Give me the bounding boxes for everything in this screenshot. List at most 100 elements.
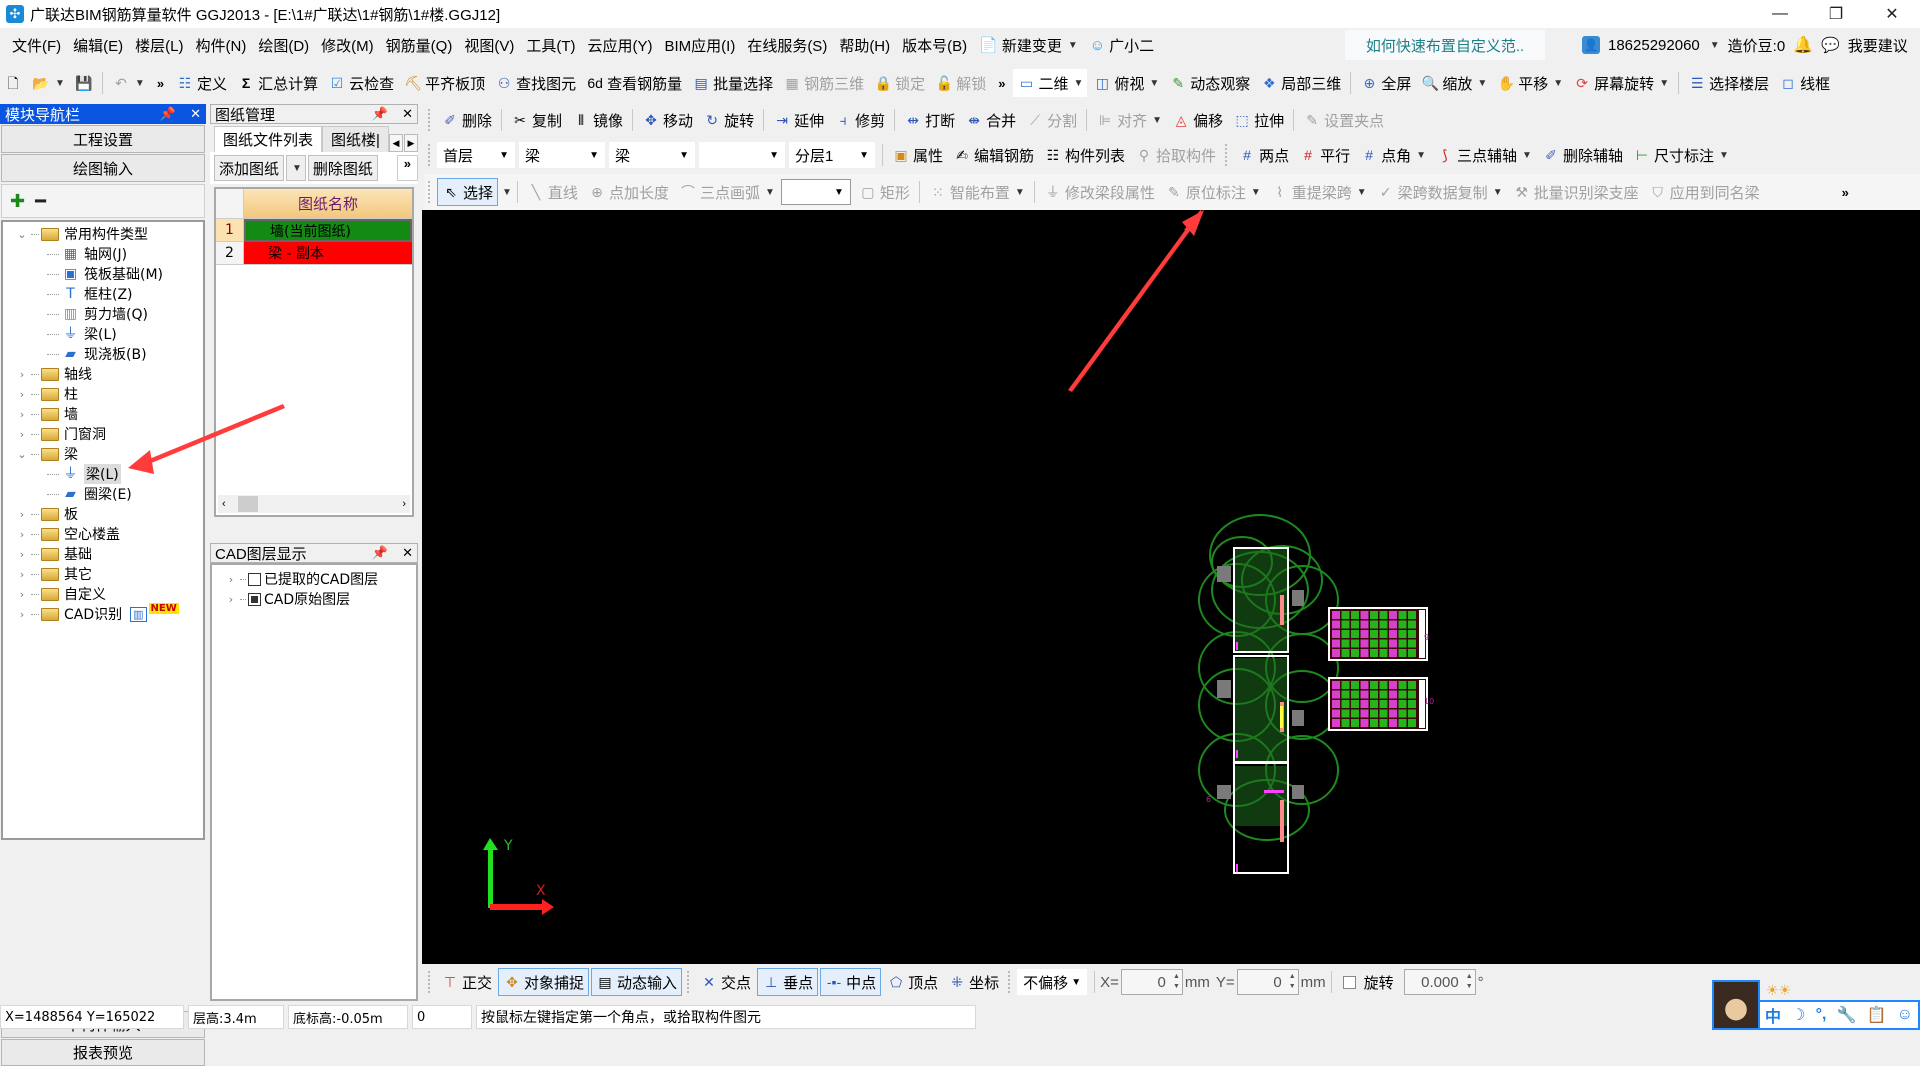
toolbar-grip[interactable] [428,971,432,993]
toolbar-grip[interactable] [428,144,432,166]
scroll-right-icon[interactable]: › [402,498,406,510]
table-row[interactable]: 2梁 - 副本 [216,242,412,265]
toolbar-item-view-rebar[interactable]: 6d 查看钢筋量 [582,69,686,97]
dimension-button[interactable]: ⊢ 尺寸标注 ▼ [1629,141,1733,169]
tab-scroll-left-icon[interactable]: ◀ [389,134,403,152]
clipboard-icon[interactable]: 📋 [1867,1005,1887,1025]
tab-drawing-floors[interactable]: 图纸楼| [322,126,389,152]
arc-combo[interactable]: ▼ [780,179,851,205]
add-drawing-dropdown[interactable]: ▼ [286,155,306,181]
perpendicular-toggle[interactable]: ⊥ 垂点 [757,968,819,996]
chevron-right-icon[interactable]: › [224,593,238,606]
re-extract-span-button[interactable]: ⌇ 重提梁跨 ▼ [1267,178,1371,206]
type-select[interactable]: 梁 ▼ [519,142,605,168]
menu-cloud[interactable]: 云应用(Y) [581,35,658,56]
trim-button[interactable]: ⫞ 修剪 [830,106,889,134]
scroll-thumb[interactable] [238,496,258,512]
close-icon[interactable]: ✕ [402,106,413,122]
rotate-button[interactable]: ↻ 旋转 [699,106,758,134]
toolbar-grip[interactable] [428,181,432,203]
drawing-name-cell[interactable]: 墙(当前图纸) [244,219,412,242]
chevron-right-icon[interactable]: › [15,368,29,381]
tab-drawing-files[interactable]: 图纸文件列表 [214,126,323,152]
top-view-button[interactable]: ◫ 俯视 ▼ [1089,69,1163,97]
chevron-down-icon[interactable]: ⌄ [15,448,29,461]
menu-edit[interactable]: 编辑(E) [67,35,129,56]
local-3d-button[interactable]: ❖ 局部三维 [1256,69,1345,97]
drawing-name-cell[interactable]: 梁 - 副本 [244,242,412,265]
menu-help[interactable]: 帮助(H) [833,35,896,56]
chevron-right-icon[interactable]: › [224,573,238,586]
layer-checkbox-checked[interactable] [248,592,261,606]
object-snap-toggle[interactable]: ✥ 对象捕捉 [498,968,590,996]
tree-leaf[interactable]: ▦ 轴网(J) [3,244,203,264]
chevron-right-icon[interactable]: › [15,508,29,521]
toolbar-grip[interactable] [1008,971,1012,993]
wireframe-button[interactable]: ◻ 线框 [1775,69,1834,97]
chevron-right-icon[interactable]: › [15,608,29,621]
align-button[interactable]: ⊫ 对齐 ▼ [1092,106,1166,134]
new-change-button[interactable]: 📄 新建变更 ▼ [973,35,1084,56]
undo-button[interactable]: ↶ ▼ [108,69,149,97]
layer-select[interactable]: 分层1 ▼ [789,142,875,168]
chevron-right-icon[interactable]: › [15,388,29,401]
save-button[interactable]: 💾 [71,69,97,97]
x-offset-input[interactable]: 0 ▲ ▼ [1120,969,1183,995]
toolbar-item-find-element[interactable]: ⚇ 查找图元 [491,69,580,97]
restore-button[interactable]: ❐ [1808,0,1864,28]
menu-modify[interactable]: 修改(M) [315,35,380,56]
select-floor-button[interactable]: ☰ 选择楼层 [1684,69,1773,97]
cad-layer-item[interactable]: › CAD原始图层 [212,589,416,609]
screen-rotate-button[interactable]: ⟳ 屏幕旋转 ▼ [1569,69,1673,97]
drawing-input-button[interactable]: 绘图输入 [1,154,205,182]
pin-icon[interactable]: 📌 [160,106,176,122]
toolbar-overflow-button[interactable]: » [396,155,418,181]
suggest-link[interactable]: 我要建议 [1848,35,1908,56]
merge-button[interactable]: ⇼ 合并 [961,106,1020,134]
smart-place-button[interactable]: ⁙ 智能布置 ▼ [925,178,1029,206]
toolbar-grip[interactable] [1225,144,1229,166]
open-file-button[interactable]: 📂 ▼ [28,69,69,97]
ime-avatar[interactable] [1712,980,1760,1030]
account-dropdown[interactable]: 18625292060 [1608,37,1700,54]
select-dropdown-icon[interactable]: ▼ [502,187,512,198]
intersection-toggle[interactable]: ✕ 交点 [696,968,755,996]
zoom-button[interactable]: 🔍 缩放 ▼ [1417,69,1491,97]
delete-axis-button[interactable]: ✐ 删除辅轴 [1538,141,1627,169]
edit-rebar-button[interactable]: ✍ 编辑钢筋 [949,141,1038,169]
chevron-right-icon[interactable]: › [15,408,29,421]
add-drawing-button[interactable]: 添加图纸 [214,155,285,181]
wrench-icon[interactable]: 🔧 [1837,1005,1857,1025]
assistant-button[interactable]: ☺ 广小二 [1084,35,1160,56]
chevron-right-icon[interactable]: › [15,548,29,561]
tree-leaf[interactable]: T 框柱(Z) [3,284,203,304]
layer-checkbox[interactable] [248,572,261,586]
modify-beam-segment-button[interactable]: ⏚ 修改梁段属性 [1040,178,1159,206]
delete-drawing-button[interactable]: 删除图纸 [307,155,378,181]
split-button[interactable]: ⟋ 分割 [1022,106,1081,134]
offset-button[interactable]: ◬ 偏移 [1168,106,1227,134]
menu-view[interactable]: 视图(V) [458,35,520,56]
rotate-checkbox[interactable] [1342,975,1356,989]
stretch-button[interactable]: ⬚ 拉伸 [1229,106,1288,134]
table-row[interactable]: 1 墙(当前图纸) [216,219,412,242]
component-select[interactable]: ▼ [699,142,785,168]
menu-tools[interactable]: 工具(T) [520,35,581,56]
close-icon[interactable]: ✕ [402,545,413,561]
apply-same-beam-button[interactable]: ⛉ 应用到同名梁 [1645,178,1764,206]
pan-button[interactable]: ✋ 平移 ▼ [1493,69,1567,97]
toolbar-item-rebar-3d[interactable]: ▦ 钢筋三维 [779,69,868,97]
chevron-right-icon[interactable]: › [15,528,29,541]
vertex-toggle[interactable]: ⬠ 顶点 [883,968,942,996]
dynamic-input-toggle[interactable]: ▤ 动态输入 [591,968,683,996]
menu-component[interactable]: 构件(N) [190,35,253,56]
arc-button[interactable]: ⌒ 三点画弧 ▼ [675,178,779,206]
spinner-icon[interactable]: ▲ ▼ [1289,972,1296,992]
scroll-left-icon[interactable]: ‹ [222,498,226,510]
parallel-axis-button[interactable]: # 平行 [1295,141,1354,169]
menu-floor[interactable]: 楼层(L) [129,35,189,56]
toolbar-item-batch-select[interactable]: ▤ 批量选择 [688,69,777,97]
tree-node[interactable]: ⌄ 常用构件类型 [3,224,203,244]
punctuation-icon[interactable]: °, [1816,1006,1827,1024]
tree-node[interactable]: › 空心楼盖 [3,524,203,544]
